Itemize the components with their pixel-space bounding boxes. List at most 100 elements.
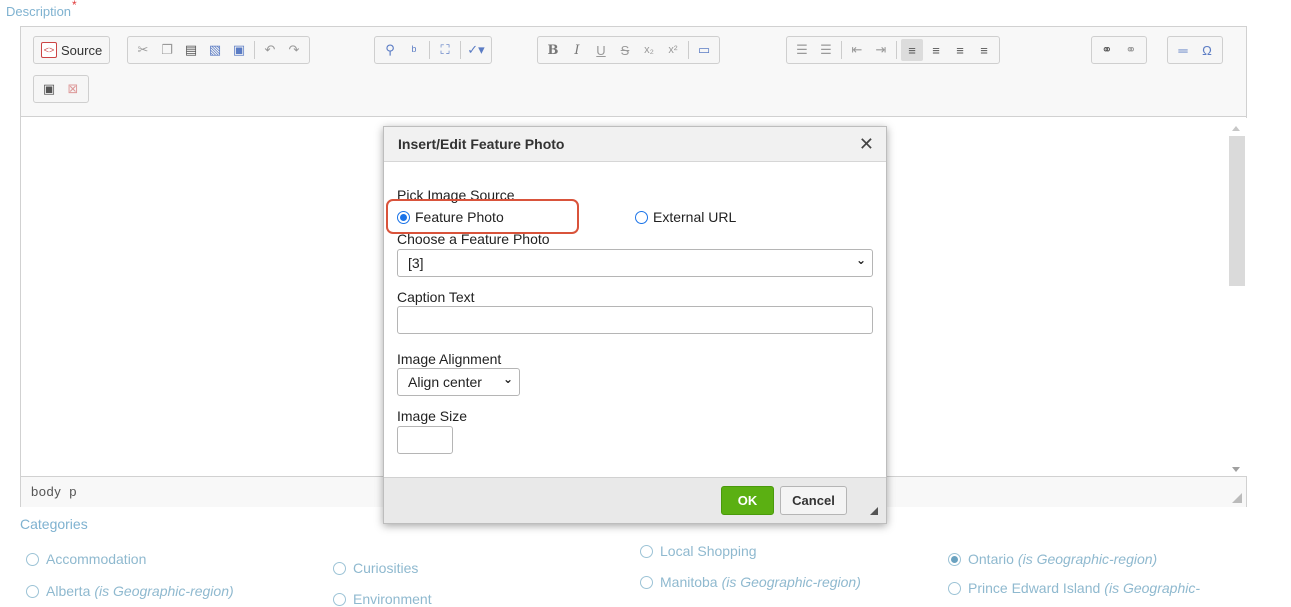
chevron-down-icon: ⌄ [502,372,513,386]
category-accommodation[interactable]: Accommodation [26,551,146,567]
toolbar-group-extra: ▣ ⊠ [33,75,89,103]
dialog-resize-grip[interactable] [870,507,878,515]
spellcheck-icon[interactable]: ✓▾ [465,39,487,61]
paste-text-icon[interactable]: ▧ [204,39,226,61]
category-label: Environment [353,591,432,607]
superscript-button[interactable]: x² [662,39,684,61]
source-button[interactable]: <> Source [37,42,106,58]
category-radio[interactable] [26,552,39,566]
select-all-icon[interactable]: ⛶ [434,39,456,61]
annotation-highlight-box [386,199,579,234]
caption-label: Caption Text [397,289,475,305]
bulleted-list-icon[interactable]: ☰ [815,39,837,61]
toolbar-separator [429,41,430,59]
categories-label: Categories [20,516,88,532]
category-manitoba[interactable]: Manitoba (is Geographic-region) [640,574,861,590]
resize-grip[interactable] [1232,493,1242,503]
link-icon[interactable]: ⚭ [1096,39,1118,61]
category-local-shopping[interactable]: Local Shopping [640,543,757,559]
category-alberta[interactable]: Alberta (is Geographic-region) [26,583,234,599]
category-radio[interactable] [948,581,961,595]
toolbar-group-links: ⚭ ⚭ [1091,36,1147,64]
toolbar-separator [688,41,689,59]
cancel-button[interactable]: Cancel [780,486,847,515]
templates-icon[interactable]: ▣ [38,78,60,100]
feature-photo-select-value: [3] [408,255,424,271]
alignment-select[interactable]: Align center ⌄ [397,368,520,396]
alignment-label: Image Alignment [397,351,502,367]
italic-button[interactable]: I [566,39,588,61]
align-left-icon[interactable]: ≡ [901,39,923,61]
align-center-icon[interactable]: ≡ [925,39,947,61]
category-radio[interactable] [640,544,653,558]
description-label: Description* [6,0,77,19]
bold-button[interactable]: B [542,39,564,61]
special-char-button[interactable]: Ω [1196,39,1218,61]
path-element-p[interactable]: p [69,484,77,499]
radio-external-url-label: External URL [653,209,737,225]
category-label: Accommodation [46,551,147,567]
toolbar-separator [460,41,461,59]
caption-input[interactable] [397,306,873,334]
delete-icon[interactable]: ⊠ [62,78,84,100]
size-label: Image Size [397,408,468,424]
replace-icon[interactable]: ᵇ [403,39,425,61]
redo-icon[interactable]: ↷ [283,39,305,61]
copy-icon[interactable]: ❐ [156,39,178,61]
indent-icon[interactable]: ⇥ [870,39,892,61]
dialog-title: Insert/Edit Feature Photo [398,136,565,152]
category-label: Ontario [968,551,1014,567]
align-justify-icon[interactable]: ≡ [973,39,995,61]
cut-icon[interactable]: ✂ [132,39,154,61]
category-label: Local Shopping [660,543,757,559]
feature-photo-select[interactable]: [3] ⌄ [397,249,873,277]
size-input[interactable] [397,426,453,454]
path-element-body[interactable]: body [31,484,61,499]
category-label: Manitoba [660,574,718,590]
category-curiosities[interactable]: Curiosities [333,560,418,576]
scroll-up-arrow[interactable] [1232,126,1240,131]
category-geo-suffix: (is Geographic-region) [94,583,234,599]
find-icon[interactable]: ⚲ [379,39,401,61]
category-geo-suffix: (is Geographic- [1104,580,1200,596]
category-label: Curiosities [353,560,419,576]
unlink-icon[interactable]: ⚭ [1120,39,1142,61]
category-radio[interactable] [26,584,39,598]
undo-icon[interactable]: ↶ [259,39,281,61]
description-label-text: Description [6,4,72,19]
source-icon: <> [41,42,57,58]
radio-external-url-indicator[interactable] [635,210,648,224]
paste-icon[interactable]: ▤ [180,39,202,61]
category-radio[interactable] [333,561,346,575]
category-radio-selected[interactable] [948,552,961,566]
align-right-icon[interactable]: ≡ [949,39,971,61]
ok-button[interactable]: OK [721,486,774,515]
category-environment[interactable]: Environment [333,591,432,607]
toolbar-separator [254,41,255,59]
category-radio[interactable] [333,592,346,606]
required-asterisk: * [72,0,77,12]
editor-scrollbar[interactable] [1227,118,1247,476]
toolbar-separator [896,41,897,59]
toolbar-separator [841,41,842,59]
scroll-thumb[interactable] [1229,136,1245,286]
underline-button[interactable]: U [590,39,612,61]
outdent-icon[interactable]: ⇤ [846,39,868,61]
toolbar-group-clipboard: ✂ ❐ ▤ ▧ ▣ ↶ ↷ [127,36,310,64]
category-ontario[interactable]: Ontario (is Geographic-region) [948,551,1157,567]
category-label: Prince Edward Island [968,580,1101,596]
category-prince-edward-island[interactable]: Prince Edward Island (is Geographic- [948,580,1200,596]
dialog-titlebar[interactable]: Insert/Edit Feature Photo ✕ [384,127,886,162]
strikethrough-button[interactable]: S [614,39,636,61]
toolbar-group-paragraph: ☰ ☰ ⇤ ⇥ ≡ ≡ ≡ ≡ [786,36,1000,64]
toolbar-group-insert: ═ Ω [1167,36,1223,64]
horizontal-rule-icon[interactable]: ═ [1172,39,1194,61]
scroll-down-arrow[interactable] [1232,467,1240,472]
paste-word-icon[interactable]: ▣ [228,39,250,61]
subscript-button[interactable]: x₂ [638,39,660,61]
numbered-list-icon[interactable]: ☰ [791,39,813,61]
close-icon[interactable]: ✕ [859,134,874,155]
category-radio[interactable] [640,575,653,589]
remove-format-icon[interactable]: ▭ [693,39,715,61]
radio-external-url[interactable]: External URL [635,209,736,225]
